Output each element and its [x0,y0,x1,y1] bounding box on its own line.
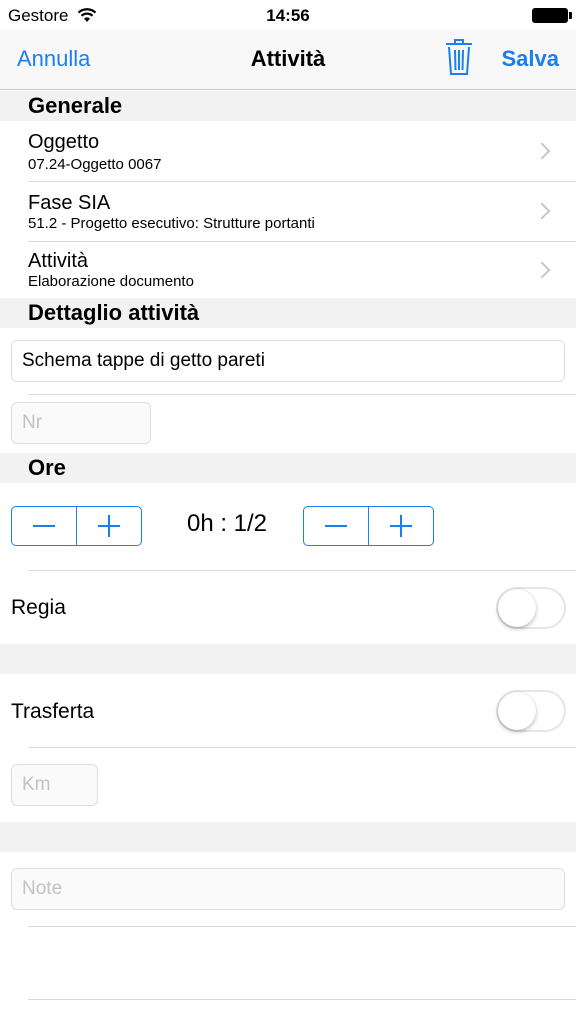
chevron-right-icon [533,202,551,220]
separator [28,747,576,748]
row-attivita[interactable]: Attività Elaborazione documento [0,242,576,298]
section-header-general: Generale [0,91,576,121]
toggle-knob [498,589,536,627]
save-button[interactable]: Salva [502,46,560,72]
section-spacer [0,644,576,674]
separator [28,999,576,1000]
row-subtitle: 51.2 - Progetto esecutivo: Strutture por… [28,215,315,232]
fraction-stepper [303,506,434,546]
chevron-right-icon [533,142,551,160]
section-header-detail: Dettaglio attività [0,298,576,328]
status-bar: Gestore 14:56 [0,0,576,30]
fraction-increment-button[interactable] [368,507,433,545]
row-fase-sia[interactable]: Fase SIA 51.2 - Progetto esecutivo: Stru… [0,182,576,241]
minus-icon [325,525,347,527]
section-header-hours: Ore [0,453,576,483]
row-title: Attività [28,250,89,272]
km-field[interactable]: Km [11,764,98,806]
minus-icon [33,525,55,527]
trasferta-toggle[interactable] [496,690,566,732]
hours-stepper [11,506,142,546]
description-field[interactable]: Schema tappe di getto pareti [11,340,565,382]
battery-icon [532,8,572,23]
separator [28,394,576,395]
status-time: 14:56 [266,6,310,25]
regia-toggle[interactable] [496,587,566,629]
navigation-bar: Annulla Attività Salva [0,30,576,90]
row-subtitle: 07.24-Oggetto 0067 [28,156,162,173]
hours-value: 0h : 1/2 [186,510,268,537]
toggle-knob [498,692,536,730]
nr-field[interactable]: Nr [11,402,151,444]
fraction-decrement-button[interactable] [304,507,368,545]
notes-field[interactable]: Note [11,868,565,910]
hours-decrement-button[interactable] [12,507,76,545]
plus-icon [98,515,120,537]
hours-increment-button[interactable] [76,507,141,545]
chevron-right-icon [533,261,551,279]
row-subtitle: Elaborazione documento [28,273,194,290]
row-title: Oggetto [28,131,100,153]
trash-icon[interactable] [444,38,474,76]
separator [28,570,576,571]
regia-label: Regia [11,596,66,619]
row-oggetto[interactable]: Oggetto 07.24-Oggetto 0067 [0,121,576,181]
plus-icon [390,515,412,537]
section-spacer [0,822,576,852]
row-title: Fase SIA [28,192,111,214]
separator [28,926,576,927]
trasferta-label: Trasferta [11,700,95,723]
page-title: Attività [250,46,326,71]
